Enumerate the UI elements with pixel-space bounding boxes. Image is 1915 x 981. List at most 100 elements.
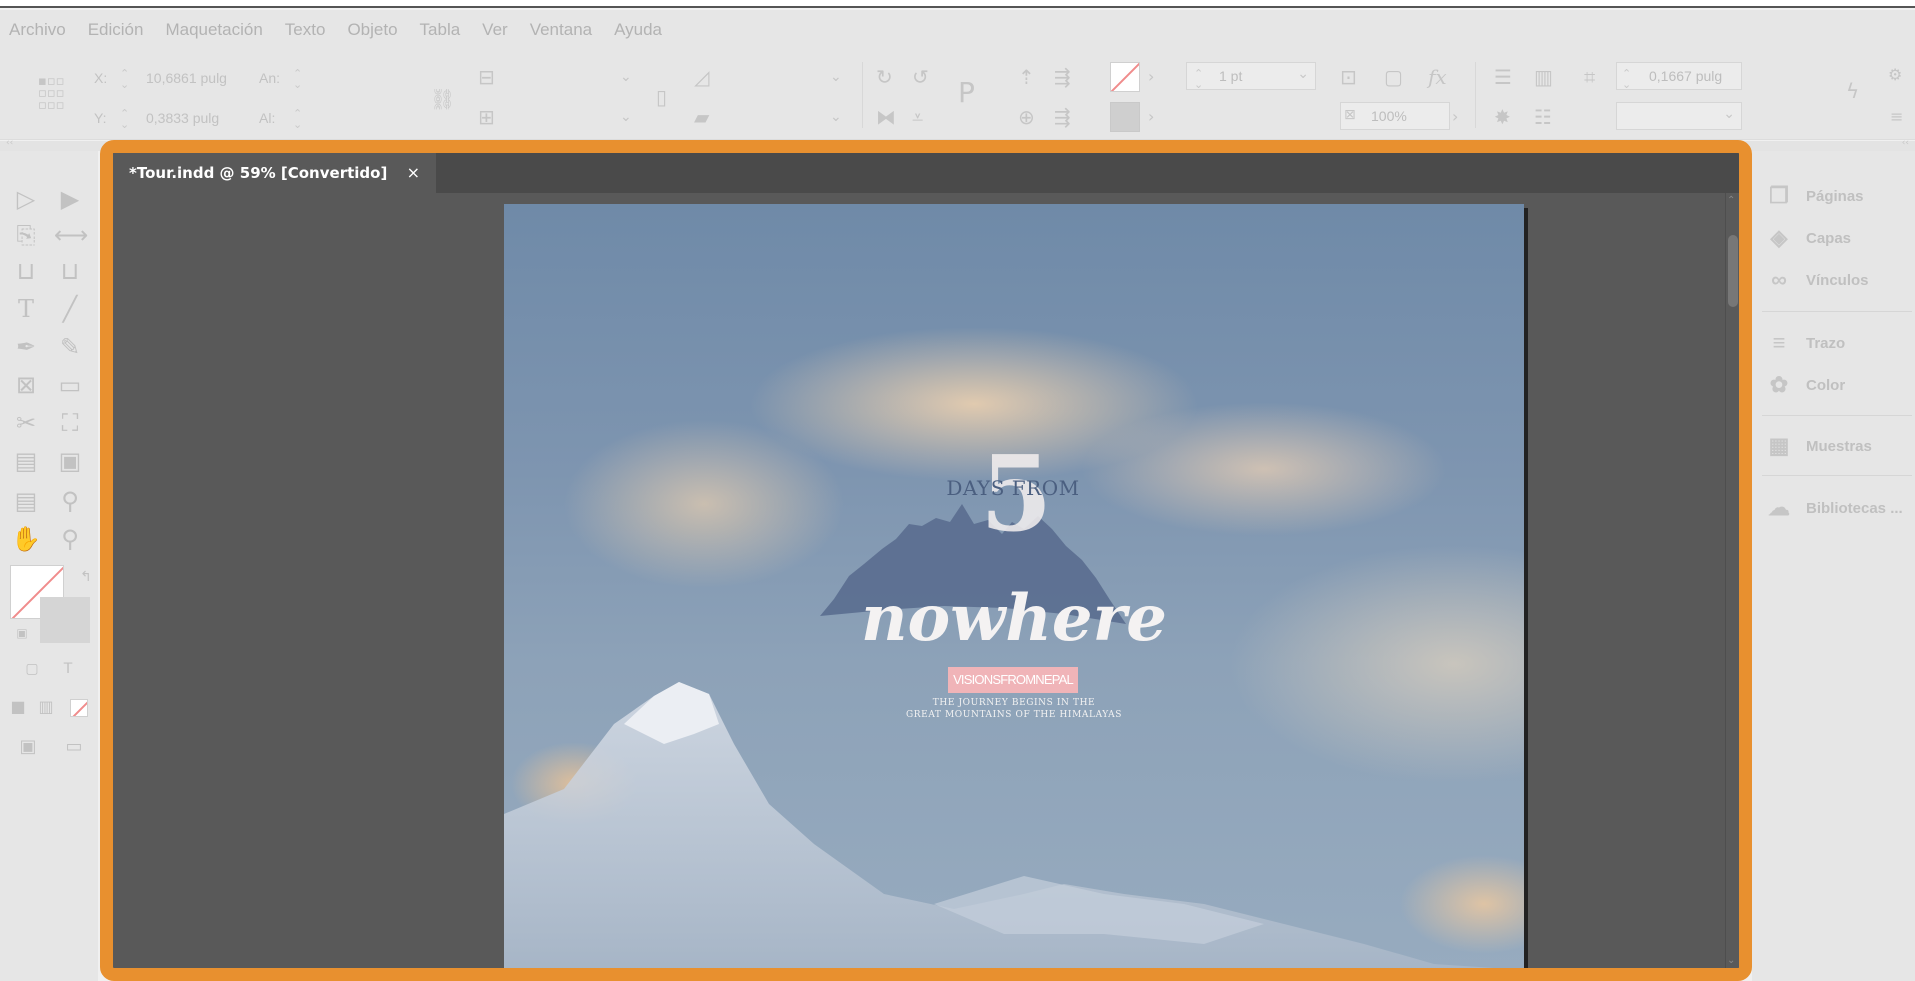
apply-none-icon[interactable] <box>70 699 88 717</box>
direct-selection-tool-icon[interactable]: ▶ <box>54 183 86 215</box>
menu-maquetacion[interactable]: Maquetación <box>156 20 275 40</box>
stroke-weight-field[interactable]: 1 pt <box>1186 62 1316 90</box>
flip-vertical-icon[interactable]: ⩡ <box>912 106 923 128</box>
formatting-text-icon[interactable]: T <box>52 653 84 685</box>
formatting-container-icon[interactable]: ▢ <box>16 653 48 685</box>
menu-edicion[interactable]: Edición <box>79 20 157 40</box>
panel-vinculos[interactable]: ∞ Vínculos <box>1762 265 1868 295</box>
collapse-right-icon[interactable]: ‹‹ <box>1902 138 1909 148</box>
rotate-dropdown-icon[interactable]: ⌄ <box>830 66 842 88</box>
effects-fx-icon[interactable]: fx <box>1428 66 1447 88</box>
gradient-swatch-tool-icon[interactable]: ▤ <box>10 445 42 477</box>
screen-mode-icon[interactable]: ▭ <box>58 731 90 763</box>
panel-capas[interactable]: ◈ Capas <box>1762 223 1852 253</box>
y-stepper-icon[interactable]: ⌃ ⌄ <box>120 108 129 130</box>
apply-gradient-icon[interactable]: ▥ <box>30 691 62 723</box>
close-icon[interactable]: × <box>407 153 420 193</box>
collapse-left-icon[interactable]: ‹‹ <box>6 138 13 148</box>
align-top-icon[interactable]: ✸ <box>1494 106 1511 128</box>
swap-fill-stroke-icon[interactable]: ↰ <box>70 561 102 593</box>
menu-texto[interactable]: Texto <box>276 20 339 40</box>
vertical-scrollbar[interactable]: ⌃ ⌄ <box>1725 193 1739 968</box>
document-tab[interactable]: *Tour.indd @ 59% [Convertido] × <box>113 153 436 193</box>
panel-color[interactable]: ✿ Color <box>1762 370 1845 400</box>
select-previous-icon[interactable]: ⇶ <box>1054 66 1071 88</box>
zoom-tool-icon[interactable]: ⚲ <box>54 523 86 555</box>
line-tool-icon[interactable]: ╱ <box>54 293 86 325</box>
free-transform-tool-icon[interactable]: ⛶ <box>54 407 86 439</box>
eyedropper-tool-icon[interactable]: ⚲ <box>54 485 86 517</box>
scrollbar-thumb[interactable] <box>1728 235 1738 307</box>
text-path-icon[interactable]: P <box>958 79 975 107</box>
opacity-menu-arrow-icon[interactable]: › <box>1452 106 1458 128</box>
rectangle-tool-icon[interactable]: ▭ <box>54 369 86 401</box>
panel-menu-icon[interactable]: ≡ <box>1890 106 1903 128</box>
menu-ventana[interactable]: Ventana <box>521 20 605 40</box>
scale-x-dropdown-icon[interactable]: ⌄ <box>620 66 632 88</box>
type-tool-icon[interactable]: T <box>10 293 42 325</box>
hand-tool-icon[interactable]: ✋ <box>10 523 42 555</box>
panel-trazo[interactable]: ≡ Trazo <box>1762 328 1846 358</box>
flip-horizontal-icon[interactable]: ⧓ <box>876 106 896 128</box>
menu-objeto[interactable]: Objeto <box>338 20 410 40</box>
normal-view-mode-icon[interactable]: ▣ <box>12 731 44 763</box>
gear-icon[interactable]: ⚙ <box>1888 64 1902 86</box>
text-frame-options-icon[interactable]: ▥ <box>1534 66 1553 88</box>
drop-shadow-icon[interactable]: ▢ <box>1384 66 1403 88</box>
stroke-weight-stepper-icon[interactable]: ⌃ ⌄ <box>1194 68 1203 90</box>
select-container-icon[interactable]: ⇡ <box>1018 66 1035 88</box>
scissors-tool-icon[interactable]: ✂ <box>10 407 42 439</box>
pencil-tool-icon[interactable]: ✎ <box>54 331 86 363</box>
selection-tool-icon[interactable]: ▷ <box>10 183 42 215</box>
pen-tool-icon[interactable]: ✒ <box>10 331 42 363</box>
scroll-down-icon[interactable]: ⌄ <box>1727 955 1735 966</box>
menu-tabla[interactable]: Tabla <box>411 20 474 40</box>
shear-angle-icon[interactable]: ▰ <box>694 106 709 128</box>
scale-y-icon[interactable]: ⊞ <box>478 106 495 128</box>
rotate-angle-icon[interactable]: ◿ <box>694 66 709 88</box>
select-next-icon[interactable]: ⇶ <box>1054 106 1071 128</box>
fill-menu-arrow-icon[interactable]: › <box>1148 66 1154 88</box>
x-value[interactable]: 10,6861 pulg <box>146 70 227 86</box>
scroll-up-icon[interactable]: ⌃ <box>1727 195 1735 206</box>
gutter-icon[interactable]: ⌗ <box>1584 66 1595 88</box>
content-placer-icon[interactable]: ⊔ <box>54 255 86 287</box>
frame-fitting-icon[interactable]: ⊡ <box>1340 66 1357 88</box>
menu-archivo[interactable]: Archivo <box>0 20 79 40</box>
gutter-stepper-icon[interactable]: ⌃ ⌄ <box>1622 68 1631 90</box>
style-dropdown[interactable] <box>1616 102 1742 130</box>
reference-point-icon[interactable]: ▪▫▫ ▫▫▫ ▫▫▫ <box>38 75 64 112</box>
panel-muestras[interactable]: ▦ Muestras <box>1762 431 1872 461</box>
panel-paginas[interactable]: ❐ Páginas <box>1762 181 1863 211</box>
select-content-icon[interactable]: ⊕ <box>1018 106 1035 128</box>
page-tool-icon[interactable]: ⎘ <box>10 219 42 251</box>
stroke-menu-arrow-icon[interactable]: › <box>1148 106 1154 128</box>
default-fill-stroke-icon[interactable]: ▣ <box>6 617 38 649</box>
gradient-feather-tool-icon[interactable]: ▣ <box>54 445 86 477</box>
height-stepper-icon[interactable]: ⌃ ⌄ <box>293 108 302 130</box>
content-collector-icon[interactable]: ⊔ <box>10 255 42 287</box>
x-stepper-icon[interactable]: ⌃ ⌄ <box>120 68 129 90</box>
align-center-icon[interactable]: ☷ <box>1534 106 1552 128</box>
gap-tool-icon[interactable]: ⟷ <box>54 219 88 251</box>
rotate-ccw-icon[interactable]: ↺ <box>912 66 929 88</box>
document-page[interactable]: 5 DAYS FROM nowhere VISIONSFROMNEPAL THE… <box>504 204 1524 968</box>
chain-link-icon[interactable]: ▯ <box>656 86 667 108</box>
rectangle-frame-tool-icon[interactable]: ⊠ <box>10 369 42 401</box>
shear-dropdown-icon[interactable]: ⌄ <box>830 106 842 128</box>
width-stepper-icon[interactable]: ⌃ ⌄ <box>293 68 302 90</box>
note-tool-icon[interactable]: ▤ <box>10 485 42 517</box>
fill-none-swatch[interactable] <box>1110 62 1140 92</box>
rotate-cw-icon[interactable]: ↻ <box>876 66 893 88</box>
quick-apply-icon[interactable]: ϟ <box>1846 80 1859 102</box>
scale-y-dropdown-icon[interactable]: ⌄ <box>620 106 632 128</box>
y-value[interactable]: 0,3833 pulg <box>146 110 219 126</box>
opacity-field[interactable]: 100% <box>1340 102 1450 130</box>
gutter-field[interactable]: 0,1667 pulg <box>1616 62 1742 90</box>
menu-ver[interactable]: Ver <box>473 20 521 40</box>
text-wrap-icon[interactable]: ☰ <box>1494 66 1512 88</box>
stroke-swatch[interactable] <box>1110 102 1140 132</box>
scale-x-icon[interactable]: ⊟ <box>478 66 495 88</box>
menu-ayuda[interactable]: Ayuda <box>605 20 675 40</box>
stroke-color-icon[interactable] <box>40 597 90 643</box>
